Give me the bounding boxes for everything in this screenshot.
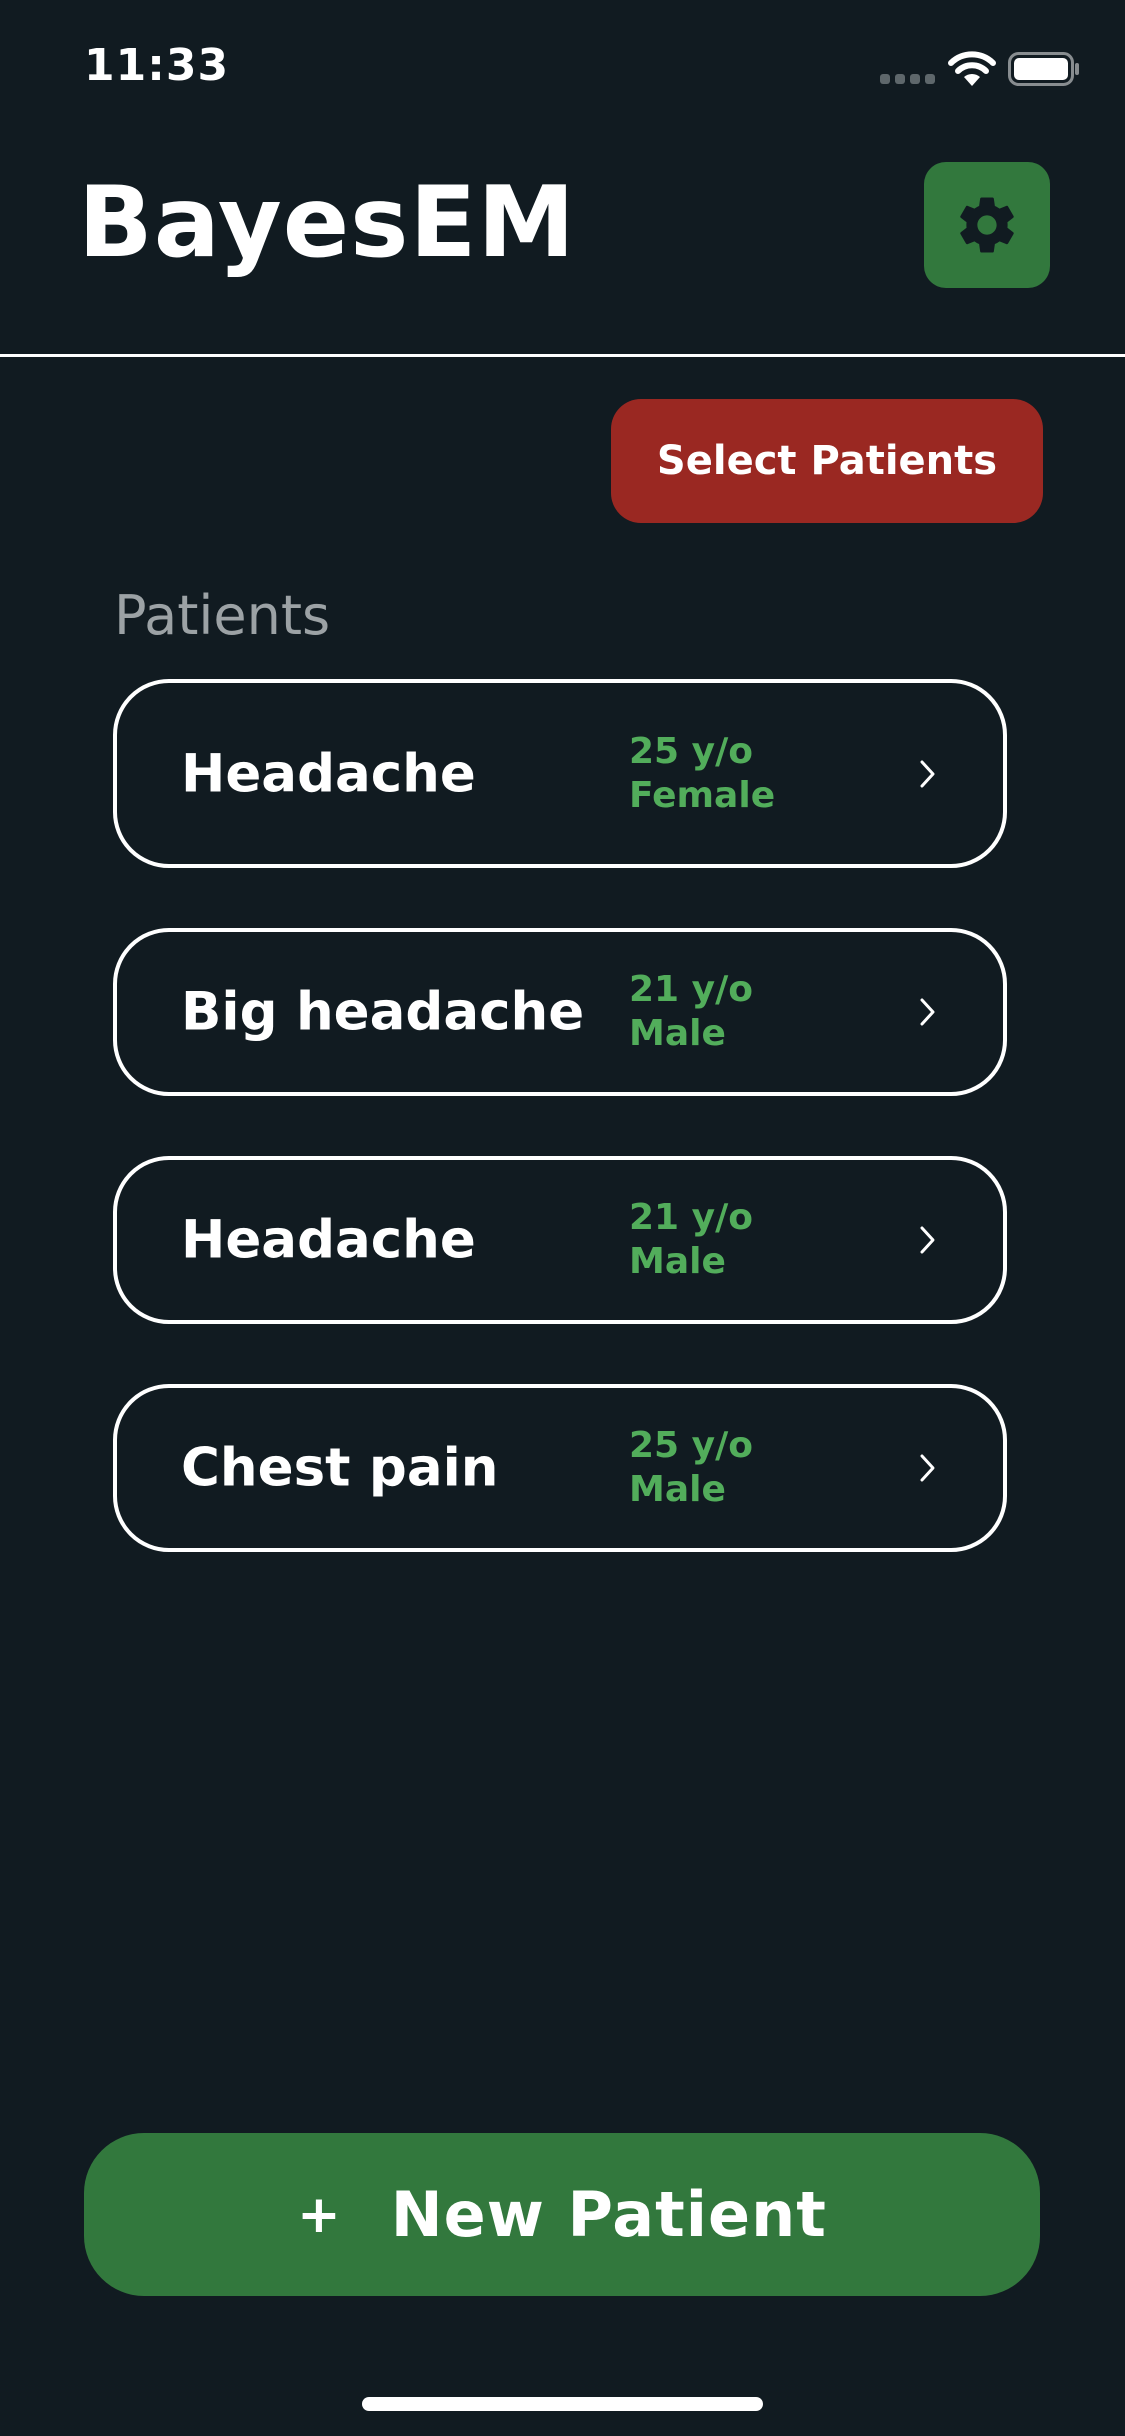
status-bar: 11:33 [0,0,1125,140]
new-patient-button[interactable]: + New Patient [84,2133,1040,2296]
patient-demographics: 21 y/o Male [629,969,753,1054]
cellular-signal-icon [880,74,936,84]
patient-card[interactable]: Headache 25 y/o Female [113,679,1007,868]
patient-complaint: Headache [181,1209,476,1271]
new-patient-label: New Patient [390,2178,827,2251]
patient-card[interactable]: Headache 21 y/o Male [113,1156,1007,1324]
gear-icon [960,197,1014,253]
wifi-icon [948,51,996,86]
chevron-right-icon [920,998,935,1026]
chevron-right-icon [920,1226,935,1254]
app-header: BayesEM [0,140,1125,357]
plus-icon: + [297,2184,341,2245]
patient-demographics: 25 y/o Female [629,730,776,816]
battery-icon [1008,52,1079,86]
logo-text: BayesEM [78,166,576,280]
patient-demographics: 21 y/o Male [629,1197,753,1282]
home-indicator [362,2397,763,2411]
app-logo: BayesEM [78,174,576,272]
chevron-right-icon [920,1454,935,1482]
patient-complaint: Big headache [181,981,585,1043]
patient-demographics: 25 y/o Male [629,1425,753,1510]
settings-button[interactable] [924,162,1050,288]
patients-section-label: Patients [114,584,331,647]
select-patients-button[interactable]: Select Patients [611,399,1043,523]
chevron-right-icon [920,760,935,787]
patient-complaint: Chest pain [181,1437,499,1499]
status-time: 11:33 [84,40,230,91]
patient-complaint: Headache [181,743,476,804]
patient-card[interactable]: Big headache 21 y/o Male [113,928,1007,1096]
patient-card[interactable]: Chest pain 25 y/o Male [113,1384,1007,1552]
